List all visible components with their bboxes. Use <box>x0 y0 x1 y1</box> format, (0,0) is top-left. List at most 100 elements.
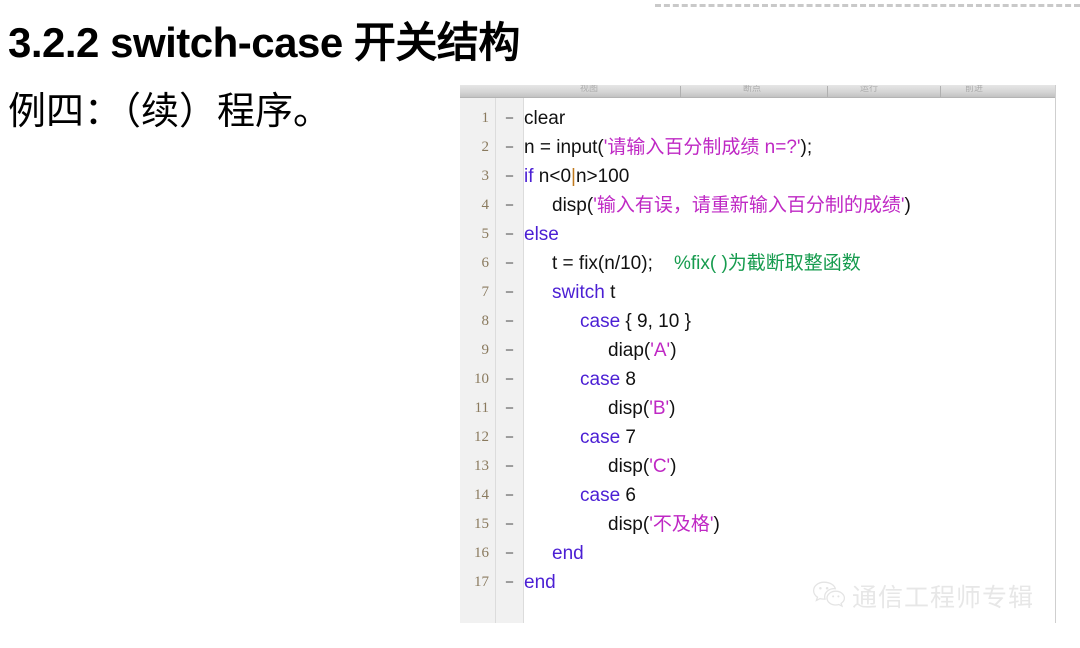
code-line[interactable]: end <box>524 568 1055 597</box>
line-number: 17 <box>474 574 489 590</box>
toolbar-separator <box>940 86 941 97</box>
code-token-str: '请输入百分制成绩 n=?' <box>603 137 801 158</box>
code-line[interactable]: disp('不及格') <box>524 510 1055 539</box>
line-number: 4 <box>481 197 490 213</box>
fold-marker[interactable]: − <box>496 568 523 597</box>
code-token-plain: disp( <box>608 456 650 477</box>
code-token-plain: disp( <box>608 514 650 535</box>
code-token-str: '不及格' <box>649 514 714 535</box>
code-token-kw: case <box>580 369 621 390</box>
top-dashed-divider <box>655 4 1080 7</box>
code-token-kw: switch <box>552 282 605 303</box>
code-line[interactable]: case 7 <box>524 423 1055 452</box>
line-number-gutter: 1 2 3 4 5 6 7 8 9 10 11 12 13 14 15 16 17 <box>460 98 496 623</box>
code-token-kw: end <box>552 543 584 564</box>
code-line[interactable]: switch t <box>524 278 1055 307</box>
code-line[interactable]: n = input('请输入百分制成绩 n=?'); <box>524 133 1055 162</box>
editor-body: 1 2 3 4 5 6 7 8 9 10 11 12 13 14 15 16 17 − − − − − − − − − − − − − −… <box>460 98 1055 623</box>
code-token-plain: 7 <box>620 427 636 448</box>
fold-marker[interactable]: − <box>496 133 523 162</box>
code-token-plain: ) <box>670 340 677 361</box>
code-token-plain: diap( <box>608 340 651 361</box>
code-line[interactable]: clear <box>524 104 1055 133</box>
fold-marker[interactable]: − <box>496 365 523 394</box>
line-number: 8 <box>481 313 490 329</box>
code-text-area[interactable]: clear n = input('请输入百分制成绩 n=?'); if n<0|n>… <box>524 98 1055 623</box>
line-number: 3 <box>481 168 490 184</box>
line-number: 15 <box>474 516 489 532</box>
line-number: 11 <box>474 400 489 416</box>
code-token-plain: t = fix(n/10); <box>552 253 653 274</box>
line-number: 7 <box>481 284 490 300</box>
code-token-kw: else <box>524 224 559 245</box>
code-token-plain: ) <box>669 398 676 419</box>
fold-marker[interactable]: − <box>496 452 523 481</box>
matlab-editor-panel: 视图 断点 运行 前进 1 2 3 4 5 6 7 8 9 10 11 12 13 14 15 16 17 − −… <box>460 85 1056 623</box>
code-token-kw: case <box>580 427 621 448</box>
fold-marker[interactable]: − <box>496 249 523 278</box>
code-line[interactable]: case 8 <box>524 365 1055 394</box>
toolbar-ghost-label-2[interactable]: 断点 <box>743 85 761 94</box>
code-token-plain: 6 <box>620 485 636 506</box>
code-token-com: %fix( )为截断取整函数 <box>673 253 861 274</box>
fold-marker[interactable]: − <box>496 307 523 336</box>
code-token-plain: n = input( <box>524 137 604 158</box>
toolbar-separator <box>680 86 681 97</box>
fold-marker[interactable]: − <box>496 423 523 452</box>
fold-marker[interactable]: − <box>496 162 523 191</box>
toolbar-ghost-label-3[interactable]: 运行 <box>860 85 878 94</box>
line-number: 9 <box>481 342 490 358</box>
code-token-cursor: | <box>571 166 576 187</box>
fold-marker[interactable]: − <box>496 394 523 423</box>
code-token-kw: if <box>524 166 534 187</box>
code-token-kw: end <box>524 572 556 593</box>
line-number: 16 <box>474 545 489 561</box>
line-number: 10 <box>474 371 489 387</box>
code-token-str: '输入有误，请重新输入百分制的成绩' <box>593 195 905 216</box>
code-token-plain: n>100 <box>575 166 630 187</box>
fold-marker[interactable]: − <box>496 104 523 133</box>
editor-toolbar[interactable]: 视图 断点 运行 前进 <box>460 85 1055 98</box>
code-token-plain: ) <box>904 195 911 216</box>
fold-marker[interactable]: − <box>496 336 523 365</box>
code-line[interactable]: disp('B') <box>524 394 1055 423</box>
code-line[interactable]: disp('输入有误，请重新输入百分制的成绩') <box>524 191 1055 220</box>
toolbar-separator <box>827 86 828 97</box>
code-line[interactable]: else <box>524 220 1055 249</box>
code-token-plain: t <box>604 282 616 303</box>
code-token-plain: ) <box>713 514 720 535</box>
code-token-plain: ); <box>800 137 813 158</box>
code-line[interactable]: disp('C') <box>524 452 1055 481</box>
fold-marker[interactable]: − <box>496 510 523 539</box>
fold-marker[interactable]: − <box>496 191 523 220</box>
code-line[interactable]: end <box>524 539 1055 568</box>
code-token-plain: 8 <box>620 369 636 390</box>
page-title: 3.2.2 switch-case 开关结构 <box>8 19 520 66</box>
page-subtitle: 例四：（续）程序。 <box>8 91 332 133</box>
code-token-kw: case <box>580 485 621 506</box>
code-token-str: 'B' <box>649 398 670 419</box>
toolbar-ghost-label-1[interactable]: 视图 <box>580 85 598 94</box>
fold-marker[interactable]: − <box>496 220 523 249</box>
line-number: 12 <box>474 429 489 445</box>
code-line[interactable]: t = fix(n/10); %fix( )为截断取整函数 <box>524 249 1055 278</box>
fold-marker[interactable]: − <box>496 481 523 510</box>
code-line[interactable]: case 6 <box>524 481 1055 510</box>
code-line[interactable]: diap('A') <box>524 336 1055 365</box>
code-token-plain: clear <box>524 108 566 129</box>
toolbar-ghost-label-4[interactable]: 前进 <box>965 85 983 94</box>
code-fold-gutter[interactable]: − − − − − − − − − − − − − − − − − <box>496 98 524 623</box>
code-token-str: 'A' <box>650 340 671 361</box>
code-token-str: 'C' <box>649 456 671 477</box>
code-token-plain: { 9, 10 } <box>620 311 691 332</box>
line-number: 1 <box>481 110 490 126</box>
fold-marker[interactable]: − <box>496 539 523 568</box>
code-token-plain: ) <box>670 456 677 477</box>
code-token-plain: disp( <box>608 398 650 419</box>
code-line[interactable]: if n<0|n>100 <box>524 162 1055 191</box>
line-number: 13 <box>474 458 489 474</box>
line-number: 5 <box>481 226 490 242</box>
code-line[interactable]: case { 9, 10 } <box>524 307 1055 336</box>
fold-marker[interactable]: − <box>496 278 523 307</box>
